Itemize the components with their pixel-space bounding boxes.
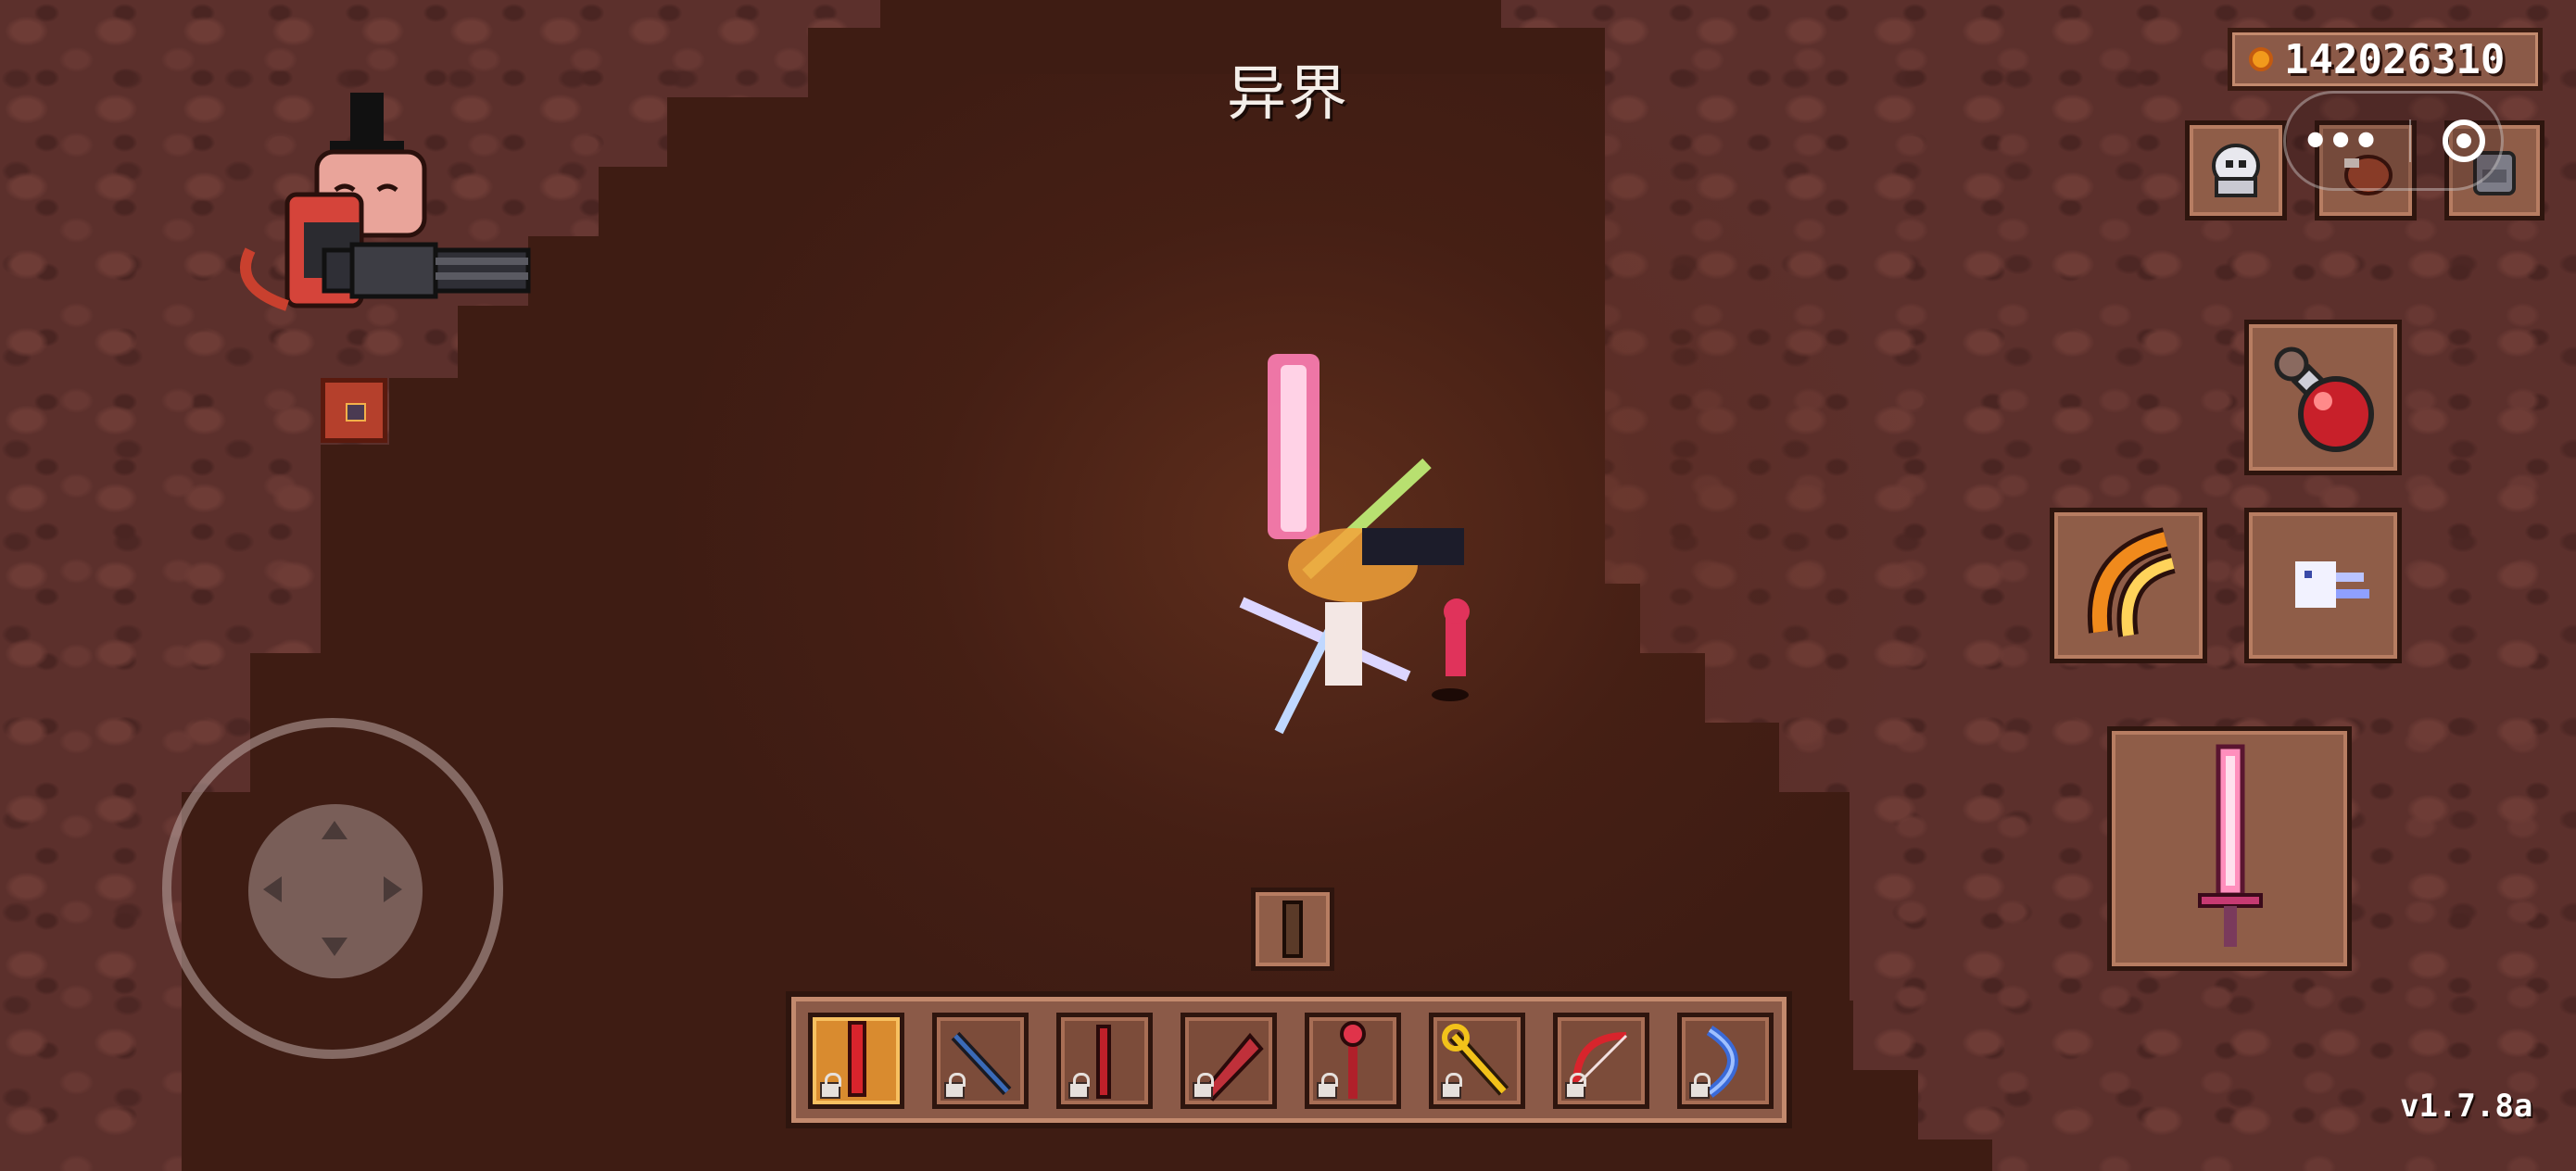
up-arrow-icon <box>322 808 347 839</box>
hotbar-slot-5[interactable] <box>1305 1013 1401 1109</box>
lock-icon <box>1565 1073 1586 1099</box>
fire-claw-icon <box>2087 527 2177 637</box>
version-label: v1.7.8a <box>2400 1088 2533 1125</box>
gold-coin-icon <box>2249 47 2273 71</box>
coin-amount: 142026310 <box>2284 35 2506 83</box>
ghost-armor-button[interactable] <box>2185 120 2287 220</box>
pink-crystal-sword-icon <box>2198 744 2263 947</box>
capsule-divider <box>2409 120 2412 162</box>
lock-icon <box>1193 1073 1214 1099</box>
claw-skill-slot[interactable] <box>2050 508 2207 663</box>
weapon-hotbar <box>786 991 1792 1128</box>
lock-icon <box>1689 1073 1711 1099</box>
lock-icon <box>944 1073 966 1099</box>
pickup-item-slot[interactable] <box>1251 888 1334 971</box>
hotbar-slot-4[interactable] <box>1181 1013 1277 1109</box>
wooden-plank-icon <box>1282 900 1303 958</box>
dash-skill-slot[interactable] <box>2244 508 2402 663</box>
health-potion-icon <box>2274 346 2374 452</box>
right-arrow-icon <box>384 876 415 902</box>
spirit-dash-icon <box>2295 561 2369 608</box>
more-menu-button[interactable]: ••• <box>2302 116 2380 166</box>
player-sprite-cluster <box>1239 354 1470 735</box>
treasure-chest[interactable] <box>321 378 387 443</box>
ghost-armor-icon <box>2212 144 2260 197</box>
cat-gunner-sprite <box>240 93 531 311</box>
lock-icon <box>1317 1073 1338 1099</box>
weapon-slot[interactable] <box>2107 726 2352 971</box>
down-arrow-icon <box>322 938 347 969</box>
system-capsule: ••• <box>2283 91 2504 191</box>
hotbar-slot-3[interactable] <box>1056 1013 1153 1109</box>
target-icon[interactable] <box>2443 120 2486 162</box>
hotbar-slot-1[interactable] <box>808 1013 904 1109</box>
hotbar-slot-7[interactable] <box>1553 1013 1649 1109</box>
coin-counter: 142026310 <box>2228 28 2543 91</box>
lock-icon <box>820 1073 841 1099</box>
hotbar-slot-8[interactable] <box>1677 1013 1774 1109</box>
potion-slot[interactable] <box>2244 320 2402 475</box>
hotbar-slot-2[interactable] <box>932 1013 1029 1109</box>
level-title: 异界 <box>1227 60 1349 129</box>
hotbar-slot-6[interactable] <box>1429 1013 1525 1109</box>
lock-icon <box>1441 1073 1462 1099</box>
lock-icon <box>1068 1073 1090 1099</box>
left-arrow-icon <box>250 876 282 902</box>
